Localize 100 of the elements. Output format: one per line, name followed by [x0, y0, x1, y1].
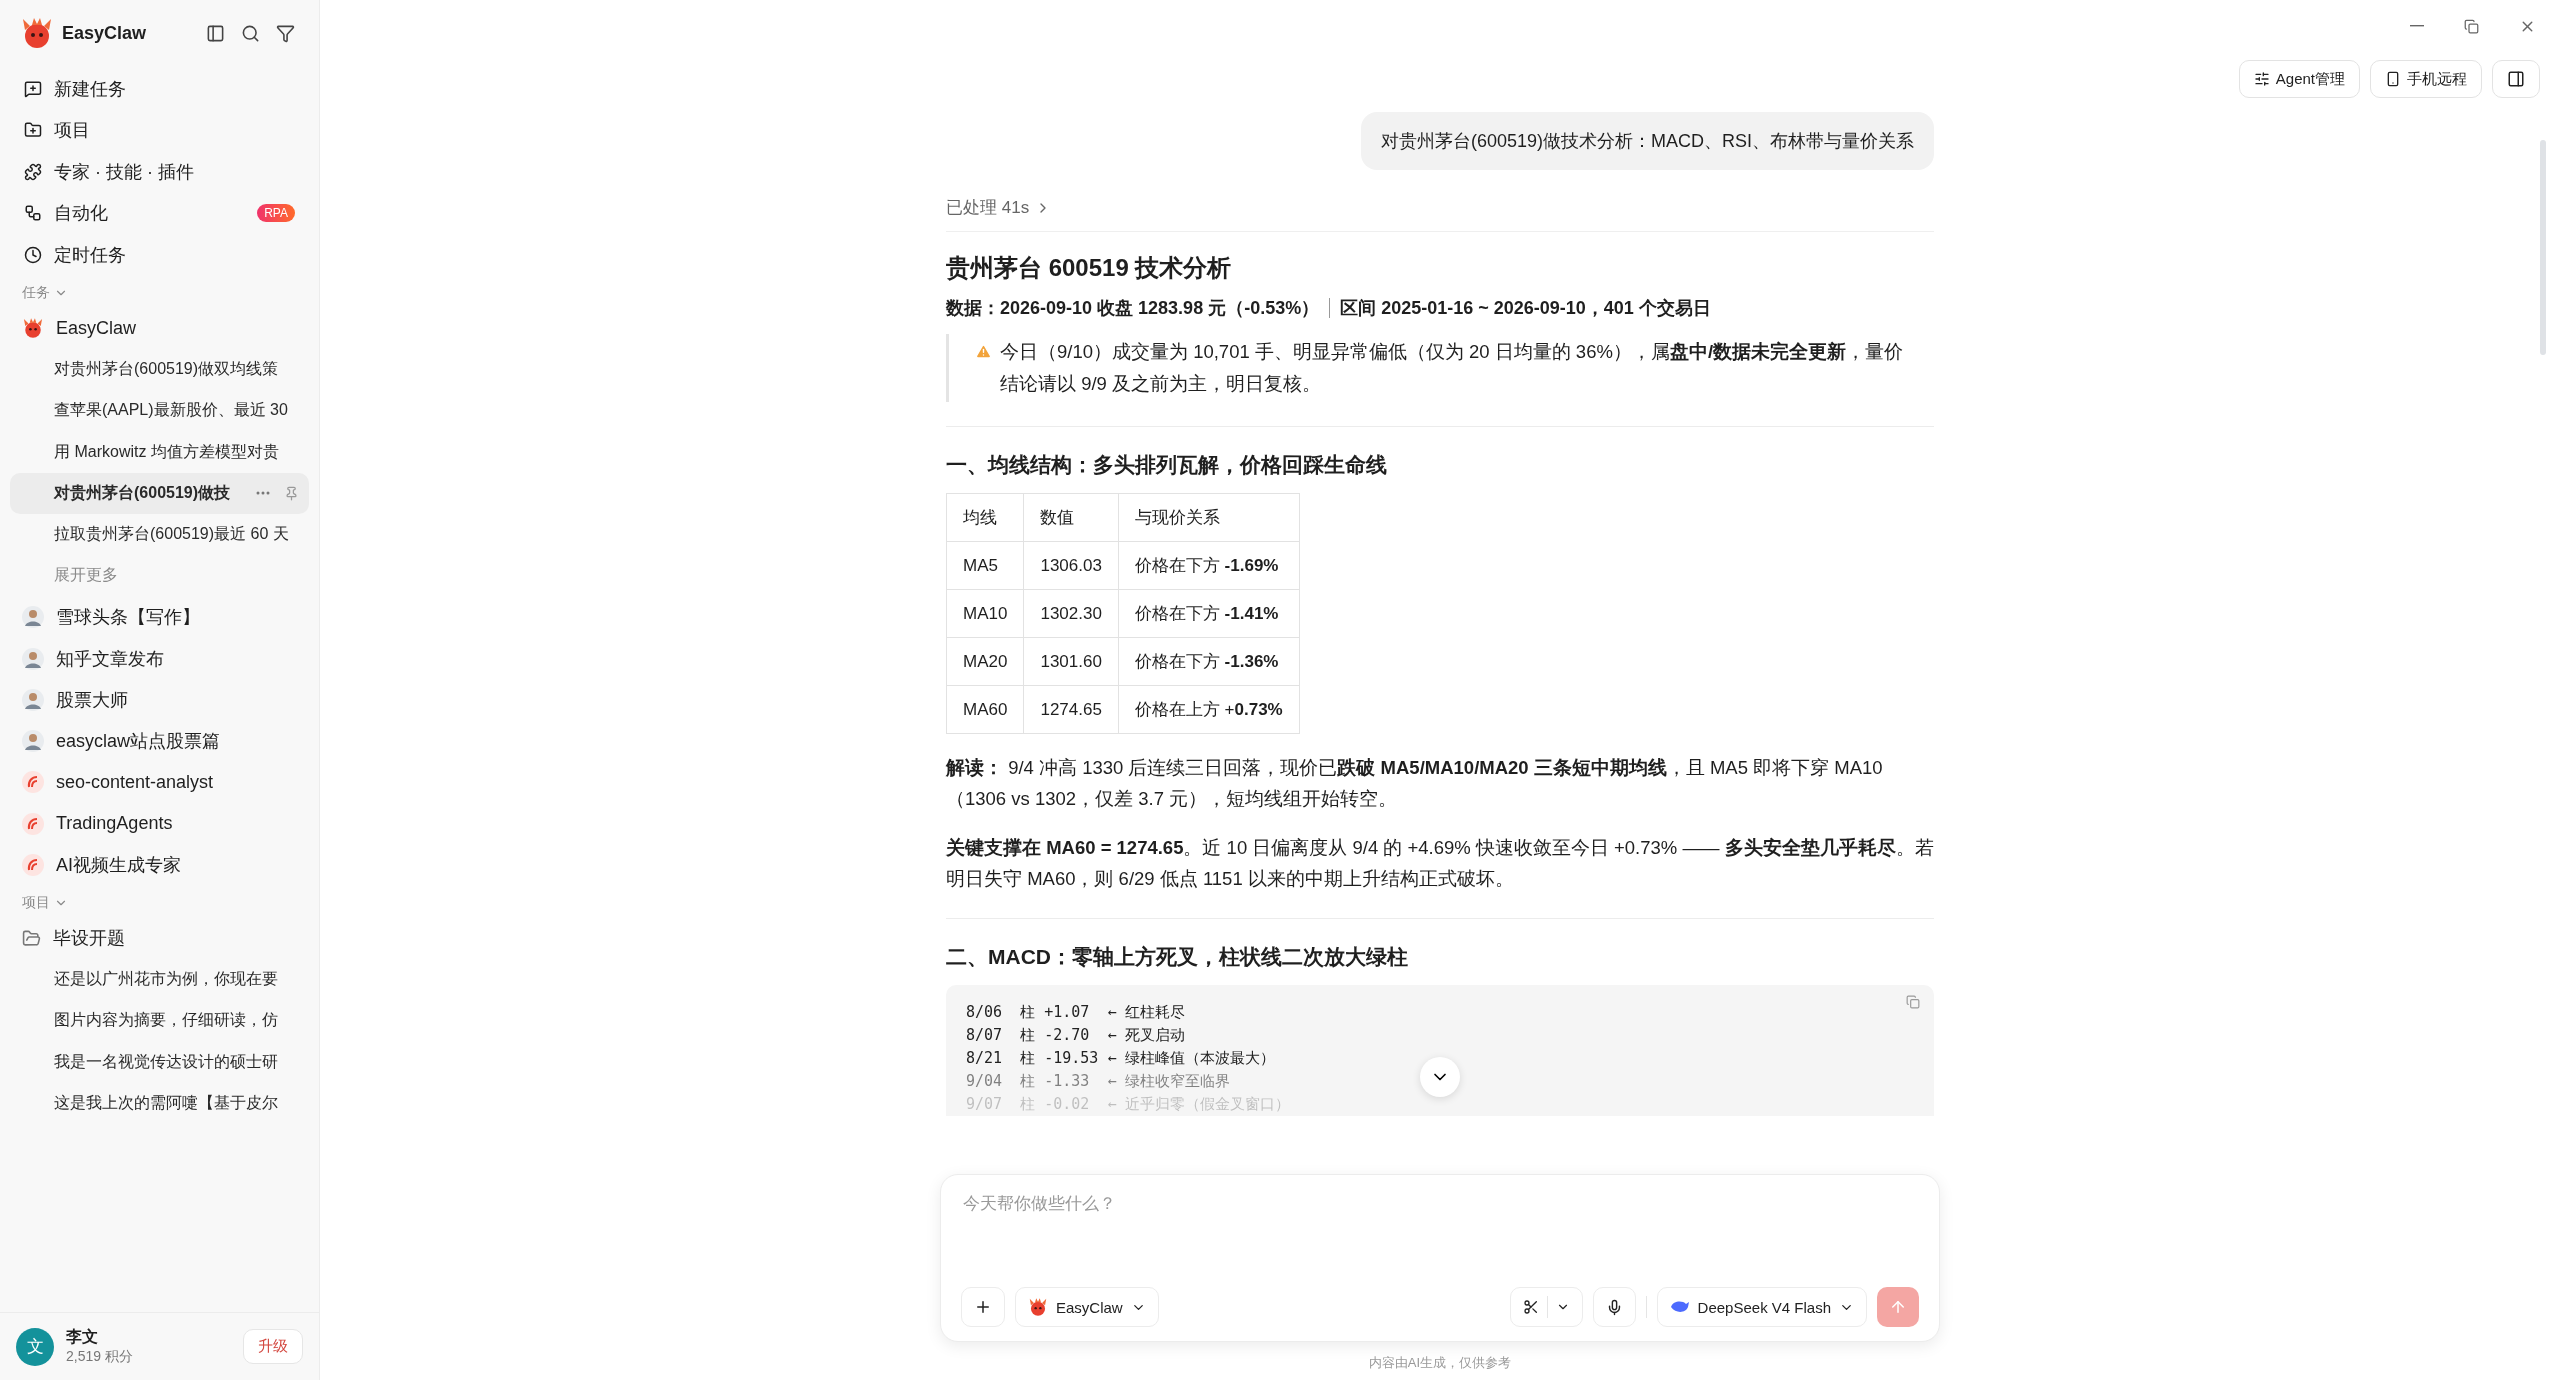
agent-item[interactable]: seo-content-analyst [10, 761, 309, 804]
avatar-icon [22, 606, 44, 629]
agent-logo-icon [22, 771, 44, 794]
agent-logo-icon [22, 854, 44, 876]
panel-toggle-button[interactable] [2492, 60, 2540, 98]
data-summary: 数据：2026-09-10 收盘 1283.98 元（-0.53%） [946, 297, 1320, 320]
code-line: 8/21 柱 -19.53 ← 绿柱峰值（本波最大） [966, 1048, 1276, 1069]
sliders-icon [2253, 71, 2270, 87]
scissors-icon [1522, 1299, 1539, 1315]
code-line: 9/04 柱 -1.33 ← 绿柱收窄至临界 [966, 1071, 1231, 1092]
nav-item[interactable]: 自动化 RPA [10, 192, 309, 234]
header-button[interactable]: 手机远程 [2370, 60, 2482, 98]
agent-item[interactable]: easyclaw站点股票篇 [10, 720, 309, 762]
restore-icon [2464, 18, 2479, 34]
agent-item[interactable]: 雪球头条【写作】 [10, 596, 309, 638]
avatar-icon [22, 730, 44, 753]
new-task-icon [24, 79, 42, 98]
table-cell: 价格在下方 -1.41% [1118, 589, 1300, 638]
section-heading: 二、MACD：零轴上方死叉，柱状线二次放大绿柱 [946, 944, 1409, 970]
agent-group[interactable]: EasyClaw [10, 307, 309, 349]
task-item[interactable]: 对贵州茅台(600519)做技 [10, 472, 309, 514]
agent-logo-icon [22, 317, 44, 340]
data-summary: 区间 2025-01-16 ~ 2026-09-10，401 个交易日 [1340, 297, 1711, 320]
agent-item[interactable]: 股票大师 [10, 679, 309, 721]
avatar-icon [22, 647, 44, 670]
folder-icon [22, 928, 41, 948]
task-item[interactable]: 还是以广州花市为例，你现在要 [10, 958, 309, 1001]
more-icon [256, 491, 270, 496]
plus-icon [974, 1298, 992, 1316]
scissors-button[interactable] [1509, 1287, 1583, 1327]
rpa-badge: RPA [257, 204, 295, 223]
phone-icon [2385, 71, 2401, 87]
nav-item[interactable]: 定时任务 [10, 234, 309, 276]
agent-item[interactable]: 知乎文章发布 [10, 637, 309, 680]
app-name: EasyClaw [62, 22, 148, 44]
table-cell: MA10 [946, 589, 1024, 638]
agent-item[interactable]: TradingAgents [10, 803, 309, 845]
microphone-button[interactable] [1592, 1287, 1636, 1327]
panel-icon [2507, 70, 2525, 88]
puzzle-icon [24, 162, 42, 181]
search-icon [241, 23, 260, 43]
table-cell: 价格在上方 +0.73% [1118, 685, 1300, 734]
task-item[interactable]: 图片内容为摘要，仔细研读，仿 [10, 1000, 309, 1042]
message-input[interactable]: 今天帮你做些什么？ [961, 1193, 1919, 1215]
table-cell: 1301.60 [1023, 637, 1119, 686]
task-item[interactable]: 拉取贵州茅台(600519)最近 60 天 [10, 514, 309, 556]
nav-item[interactable]: 项目 [10, 109, 309, 151]
nav-item[interactable]: 新建任务 [10, 68, 309, 110]
filter-icon [276, 23, 295, 43]
table-header: 均线 [946, 493, 1024, 542]
table-header: 与现价关系 [1118, 493, 1300, 542]
project-item[interactable]: 毕设开题 [10, 917, 309, 959]
warning-text: 今日（9/10）成交量为 10,701 手、明显异常偏低（仅为 20 日均量的 36%），属盘中/数据未完全更新，量价结论请以 9/9 及之前为主，明日复核。 [1000, 340, 1905, 396]
table-cell: 价格在下方 -1.36% [1118, 637, 1300, 686]
user-points: 2,519 积分 [66, 1348, 134, 1366]
answer-title: 贵州茅台 600519 技术分析 [946, 253, 1233, 283]
task-item[interactable]: 对贵州茅台(600519)做双均线策 [10, 348, 309, 391]
task-item[interactable]: 我是一名视觉传达设计的硕士研 [10, 1041, 309, 1083]
copy-button[interactable] [1906, 995, 1920, 1009]
panel-left-icon [206, 23, 225, 43]
table-cell: 1302.30 [1023, 589, 1119, 638]
copy-icon [1906, 995, 1920, 1009]
user-name: 李文 [66, 1327, 99, 1347]
add-button[interactable] [961, 1287, 1005, 1327]
table-header: 数值 [1023, 493, 1119, 542]
code-line: 8/07 柱 -2.70 ← 死叉启动 [966, 1025, 1186, 1046]
logo-icon [20, 16, 54, 50]
task-item[interactable]: 这是我上次的需阿嚏【基于皮尔 [10, 1082, 309, 1125]
agent-logo-icon [1028, 1297, 1048, 1317]
table-cell: MA5 [946, 541, 1024, 590]
workflow-icon [24, 204, 42, 223]
warning-icon [975, 343, 992, 360]
task-item[interactable]: 用 Markowitz 均值方差模型对贵 [10, 431, 309, 473]
model-select[interactable]: DeepSeek V4 Flash [1656, 1287, 1867, 1327]
avatar-icon [22, 688, 44, 711]
agent-item[interactable]: AI视频生成专家 [10, 844, 309, 886]
whale-icon [1669, 1299, 1690, 1315]
user-avatar: 文 [16, 1327, 54, 1366]
processed-toggle[interactable]: 已处理 41s [946, 196, 1934, 232]
upgrade-button[interactable]: 升级 [243, 1329, 303, 1364]
scrollbar[interactable] [2540, 140, 2546, 355]
disclaimer: 内容由AI生成，仅供参考 [1368, 1354, 1512, 1372]
user-message: 对贵州茅台(600519)做技术分析：MACD、RSI、布林带与量价关系 [1360, 112, 1934, 170]
section-heading: 一、均线结构：多头排列瓦解，价格回踩生命线 [946, 452, 1388, 478]
minimize-icon [2410, 25, 2424, 27]
table-cell: MA60 [946, 685, 1024, 734]
nav-item[interactable]: 专家 · 技能 · 插件 [10, 151, 309, 193]
paragraph: 关键支撑在 MA60 = 1274.65。近 10 日偏离度从 9/4 的 +4.69% 快速收敛至今日 +0.73% —— 多头安全垫几乎耗尽。若明日失守 MA60，则 6/29 低点 1151 以来的中期上升结构正式破坏。 [946, 836, 1934, 891]
header-button[interactable]: Agent管理 [2238, 60, 2360, 98]
task-item[interactable]: 查苹果(AAPL)最新股价、最近 30 [10, 390, 309, 432]
pin-icon [284, 485, 299, 501]
table-cell: 价格在下方 -1.69% [1118, 541, 1300, 590]
table-cell: MA20 [946, 637, 1024, 686]
clock-icon [24, 245, 42, 264]
agent-logo-icon [22, 812, 44, 835]
code-line: 8/06 柱 +1.07 ← 红柱耗尽 [966, 1002, 1186, 1023]
paragraph: 解读： 9/4 冲高 1330 后连续三日回落，现价已跌破 MA5/MA10/MA20 三条短中期均线，且 MA5 即将下穿 MA10（1306 vs 1302，仅差 3.7 元），短均线组开始转空。 [946, 756, 1884, 811]
table-cell: 1274.65 [1023, 685, 1119, 734]
table-cell: 1306.03 [1023, 541, 1119, 590]
agent-select[interactable]: EasyClaw [1015, 1287, 1159, 1327]
